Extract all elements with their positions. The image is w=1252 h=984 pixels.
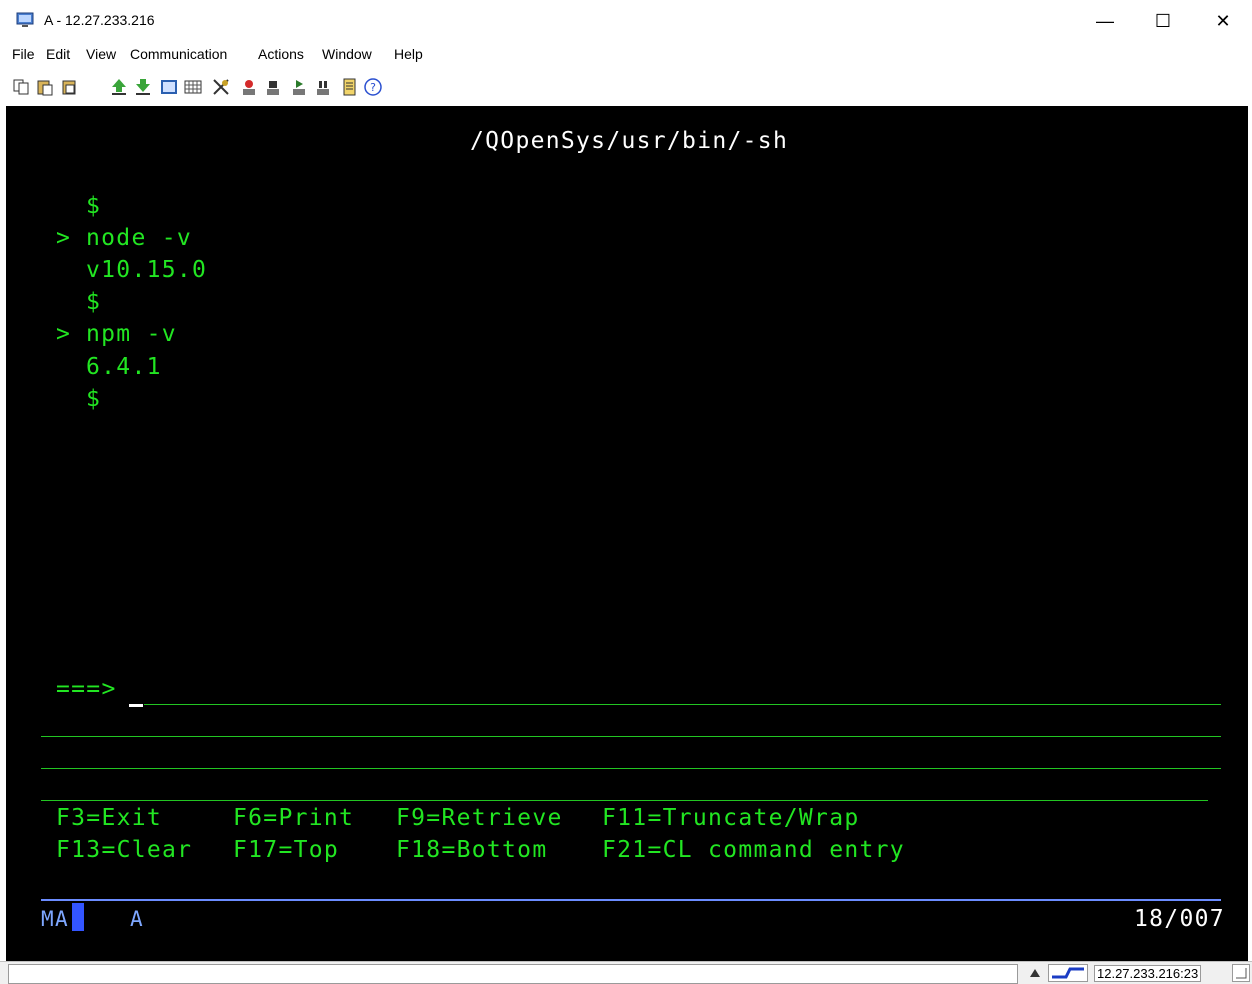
command-line-3[interactable] <box>41 768 1221 769</box>
svg-text:?: ? <box>370 81 376 94</box>
fkey-truncate-wrap[interactable]: F11=Truncate/Wrap <box>602 805 860 831</box>
status-address: 12.27.233.216:23 <box>1094 965 1202 982</box>
window-title: A - 12.27.233.216 <box>44 12 155 28</box>
terminal-screen[interactable]: /QOpenSys/usr/bin/-sh $ > node -v v10.15… <box>6 106 1248 961</box>
output-line: 6.4.1 <box>86 354 162 380</box>
menu-edit[interactable]: Edit <box>46 46 70 62</box>
help-icon[interactable]: ? <box>364 78 382 96</box>
fkey-cl-command-entry[interactable]: F21=CL command entry <box>602 837 905 863</box>
status-bar: 12.27.233.216:23 <box>0 961 1252 984</box>
menu-view[interactable]: View <box>86 46 116 62</box>
line-prefix: > <box>56 225 72 251</box>
output-line: node -v <box>86 225 193 251</box>
paste-icon[interactable] <box>36 78 54 96</box>
screen-header: /QOpenSys/usr/bin/-sh <box>470 128 789 154</box>
command-prompt: ===> <box>56 676 117 702</box>
fkey-exit[interactable]: F3=Exit <box>56 805 162 831</box>
oia-indicator: MA <box>41 907 69 931</box>
minimize-button[interactable]: — <box>1082 6 1128 36</box>
receive-file-icon[interactable] <box>134 78 152 96</box>
menu-communication[interactable]: Communication <box>130 46 227 62</box>
menu-bar: File Edit View Communication Actions Win… <box>0 42 1252 69</box>
toolbar: ? <box>0 68 1252 105</box>
keypad-icon[interactable] <box>184 78 202 96</box>
cursor-position: 18/007 <box>1134 906 1225 932</box>
fkey-print[interactable]: F6=Print <box>233 805 354 831</box>
oia-cursor-block <box>72 903 84 931</box>
notes-icon[interactable] <box>340 78 358 96</box>
scroll-up-icon[interactable] <box>1028 967 1042 979</box>
menu-file[interactable]: File <box>12 46 35 62</box>
display-image-icon[interactable] <box>160 78 178 96</box>
oia-mode: A <box>130 907 144 931</box>
command-line-1[interactable] <box>144 704 1221 705</box>
output-line: $ <box>86 193 102 219</box>
status-message-box <box>8 964 1018 984</box>
pause-macro-icon[interactable] <box>314 78 332 96</box>
resize-grip-icon[interactable] <box>1232 964 1250 982</box>
play-macro-icon[interactable] <box>290 78 308 96</box>
copy-icon[interactable] <box>12 78 30 96</box>
stop-macro-icon[interactable] <box>264 78 282 96</box>
menu-actions[interactable]: Actions <box>258 46 304 62</box>
menu-help[interactable]: Help <box>394 46 423 62</box>
line-prefix: > <box>56 321 72 347</box>
output-line: $ <box>86 386 102 412</box>
maximize-button[interactable]: ☐ <box>1140 6 1186 36</box>
text-cursor <box>129 704 143 707</box>
fkey-clear[interactable]: F13=Clear <box>56 837 192 863</box>
output-line: v10.15.0 <box>86 257 208 283</box>
menu-window[interactable]: Window <box>322 46 372 62</box>
command-line-4[interactable] <box>41 800 1208 801</box>
output-line: $ <box>86 289 102 315</box>
oia-separator <box>41 899 1221 901</box>
command-line-2[interactable] <box>41 736 1221 737</box>
fkey-retrieve[interactable]: F9=Retrieve <box>396 805 563 831</box>
fkey-top[interactable]: F17=Top <box>233 837 339 863</box>
close-button[interactable]: ✕ <box>1200 6 1246 36</box>
monitor-icon <box>16 12 34 27</box>
record-macro-icon[interactable] <box>240 78 258 96</box>
connection-icon <box>1048 964 1088 982</box>
send-file-icon[interactable] <box>110 78 128 96</box>
customize-icon[interactable] <box>212 78 230 96</box>
fkey-bottom[interactable]: F18=Bottom <box>396 837 547 863</box>
output-line: npm -v <box>86 321 177 347</box>
title-bar: A - 12.27.233.216 — ☐ ✕ <box>0 0 1252 42</box>
paste-next-icon[interactable] <box>60 78 78 96</box>
